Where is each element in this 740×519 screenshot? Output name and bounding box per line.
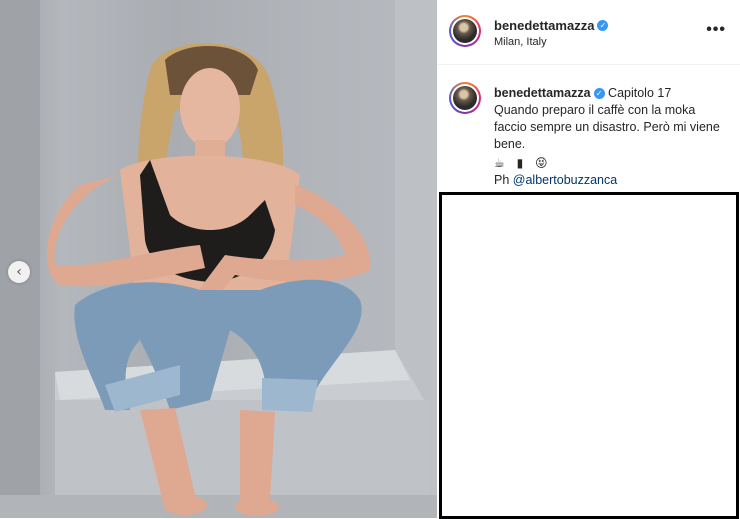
username-link[interactable]: benedettamazza: [494, 18, 594, 33]
caption-first-line: Capitolo 17: [608, 86, 672, 100]
caption-emojis: ☕ ▮ 😝: [494, 156, 552, 170]
credit-mention-link[interactable]: @albertobuzzanca: [513, 173, 617, 187]
verified-badge-icon: ✓: [597, 20, 609, 32]
caption-text: benedettamazza ✓ Capitolo 17 Quando prepa…: [494, 85, 726, 189]
caption-avatar[interactable]: [449, 82, 481, 114]
photo-illustration: [0, 0, 437, 518]
photo-credit: Ph @albertobuzzanca: [494, 172, 726, 189]
avatar-image: [453, 86, 477, 110]
avatar-image: [453, 19, 477, 43]
post-side-panel: benedettamazza ✓ Milan, Italy ••• benedet…: [437, 0, 740, 519]
caption-username-link[interactable]: benedettamazza: [494, 86, 591, 100]
previous-photo-button[interactable]: ‹: [8, 261, 30, 283]
verified-badge-icon: ✓: [593, 88, 605, 100]
caption-block: benedettamazza ✓ Capitolo 17 Quando prepa…: [437, 64, 740, 189]
location-link[interactable]: Milan, Italy: [494, 36, 547, 48]
credit-prefix: Ph: [494, 173, 510, 187]
post-header: benedettamazza ✓ Milan, Italy •••: [437, 0, 740, 65]
caption-body: Quando preparo il caffè con la moka facc…: [494, 103, 720, 151]
post-photo[interactable]: ‹: [0, 0, 437, 518]
header-user: benedettamazza ✓: [494, 17, 609, 35]
avatar[interactable]: [449, 15, 481, 47]
chevron-left-icon: ‹: [16, 263, 22, 280]
comments-area: [439, 192, 739, 519]
more-options-icon[interactable]: •••: [706, 22, 726, 38]
